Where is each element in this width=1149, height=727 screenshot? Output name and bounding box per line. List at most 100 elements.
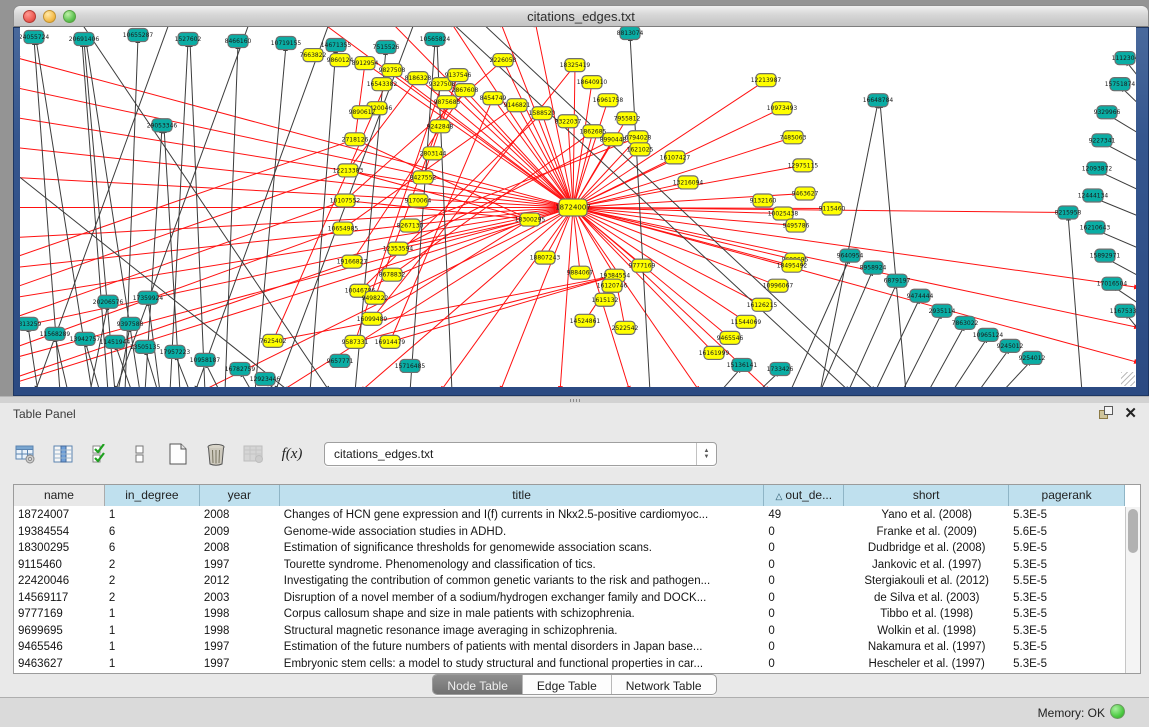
graph-node[interactable]: 10655287 bbox=[123, 29, 154, 42]
graph-node[interactable]: 16782759 bbox=[225, 362, 256, 375]
graph-node[interactable]: 18724007 bbox=[555, 199, 591, 216]
table-cell[interactable]: Genome-wide association studies in ADHD. bbox=[280, 524, 765, 541]
delete-table-button[interactable] bbox=[238, 438, 270, 470]
table-cell[interactable]: 1998 bbox=[200, 606, 280, 623]
graph-node[interactable]: 18807243 bbox=[530, 251, 561, 264]
graph-node[interactable]: 10719155 bbox=[271, 37, 302, 50]
graph-node[interactable]: 8215958 bbox=[1055, 206, 1082, 219]
table-cell[interactable]: 1997 bbox=[200, 639, 280, 656]
graph-node[interactable]: 12093872 bbox=[1082, 162, 1113, 175]
table-cell[interactable]: 6 bbox=[105, 524, 200, 541]
table-cell[interactable]: 18724007 bbox=[14, 507, 105, 524]
table-cell[interactable]: 0 bbox=[764, 623, 844, 640]
column-header-year[interactable]: year bbox=[200, 485, 280, 506]
table-cell[interactable]: 0 bbox=[764, 573, 844, 590]
memory-status-icon[interactable] bbox=[1110, 704, 1125, 719]
table-row[interactable]: 2242004622012Investigating the contribut… bbox=[14, 573, 1125, 590]
table-cell[interactable]: Nakamura et al. (1997) bbox=[844, 639, 1009, 656]
table-row[interactable]: 977716911998Corpus callosum shape and si… bbox=[14, 606, 1125, 623]
show-columns-button[interactable] bbox=[48, 438, 80, 470]
float-panel-icon[interactable] bbox=[1099, 406, 1114, 421]
table-cell[interactable]: Estimation of significance thresholds fo… bbox=[280, 540, 765, 557]
graph-node[interactable]: 15136141 bbox=[727, 358, 758, 371]
table-cell[interactable]: de Silva et al. (2003) bbox=[844, 590, 1009, 607]
delete-column-button[interactable] bbox=[200, 438, 232, 470]
graph-node[interactable]: 7663822 bbox=[300, 49, 327, 62]
table-cell[interactable]: 9463627 bbox=[14, 656, 105, 673]
table-row[interactable]: 969969511998Structural magnetic resonanc… bbox=[14, 623, 1125, 640]
table-row[interactable]: 946554611997Estimation of the future num… bbox=[14, 639, 1125, 656]
graph-node[interactable]: 2522542 bbox=[612, 321, 639, 334]
function-builder-button[interactable]: f(x) bbox=[276, 438, 308, 470]
graph-node[interactable]: 1615132 bbox=[592, 293, 619, 306]
graph-node[interactable]: 9875685 bbox=[434, 96, 461, 109]
column-header-short[interactable]: short bbox=[844, 485, 1009, 506]
table-cell[interactable]: Disruption of a novel member of a sodium… bbox=[280, 590, 765, 607]
graph-node[interactable]: 9227341 bbox=[1089, 134, 1116, 147]
table-cell[interactable]: Estimation of the future numbers of pati… bbox=[280, 639, 765, 656]
graph-node[interactable]: 9827508 bbox=[379, 64, 406, 77]
graph-node[interactable]: 8678832 bbox=[379, 268, 406, 281]
graph-node[interactable]: 11544069 bbox=[731, 315, 762, 328]
graph-node[interactable]: 9587331 bbox=[342, 335, 369, 348]
graph-node[interactable]: 9890612 bbox=[349, 106, 376, 119]
table-cell[interactable]: 0 bbox=[764, 590, 844, 607]
graph-node[interactable]: 9465546 bbox=[717, 331, 744, 344]
table-cell[interactable]: 0 bbox=[764, 656, 844, 673]
graph-node[interactable]: 8466160 bbox=[225, 35, 252, 48]
table-cell[interactable]: Hescheler et al. (1997) bbox=[844, 656, 1009, 673]
vertical-scrollbar[interactable] bbox=[1125, 507, 1140, 673]
graph-node[interactable]: 12213987 bbox=[751, 74, 782, 87]
graph-node[interactable]: 9884067 bbox=[567, 266, 594, 279]
table-cell[interactable]: 49 bbox=[764, 507, 844, 524]
graph-node[interactable]: 8186328 bbox=[405, 72, 432, 85]
table-row[interactable]: 1872400712008Changes of HCN gene express… bbox=[14, 507, 1125, 524]
table-cell[interactable]: 1997 bbox=[200, 557, 280, 574]
graph-node[interactable]: 7625402 bbox=[260, 334, 287, 347]
panel-divider[interactable] bbox=[0, 396, 1149, 403]
table-row[interactable]: 1830029562008Estimation of significance … bbox=[14, 540, 1125, 557]
table-cell[interactable]: 5.3E-5 bbox=[1009, 590, 1125, 607]
graph-node[interactable]: 7955812 bbox=[614, 112, 641, 125]
table-cell[interactable]: 5.3E-5 bbox=[1009, 557, 1125, 574]
table-cell[interactable]: 5.3E-5 bbox=[1009, 639, 1125, 656]
graph-node[interactable]: 15716485 bbox=[395, 359, 426, 372]
graph-node[interactable]: 17957223 bbox=[160, 345, 191, 358]
graph-node[interactable]: 1588520 bbox=[529, 107, 556, 120]
graph-node[interactable]: 12923446 bbox=[250, 372, 281, 385]
network-graph[interactable]: 2405572420691406106552871527602846616010… bbox=[20, 27, 1136, 387]
table-row[interactable]: 946362711997Embryonic stem cells: a mode… bbox=[14, 656, 1125, 673]
graph-node[interactable]: 2226058 bbox=[490, 54, 517, 67]
graph-node[interactable]: 13942757 bbox=[70, 332, 101, 345]
graph-node[interactable]: 9860124 bbox=[327, 54, 354, 67]
table-cell[interactable]: Changes of HCN gene expression and I(f) … bbox=[280, 507, 765, 524]
table-cell[interactable]: 18300295 bbox=[14, 540, 105, 557]
table-cell[interactable]: 2012 bbox=[200, 573, 280, 590]
graph-node[interactable]: 13505135 bbox=[130, 340, 161, 353]
table-cell[interactable]: 1997 bbox=[200, 656, 280, 673]
table-cell[interactable]: 0 bbox=[764, 606, 844, 623]
graph-node[interactable]: 11675334 bbox=[1110, 304, 1136, 317]
graph-node[interactable]: 16914479 bbox=[375, 335, 406, 348]
table-cell[interactable]: 1 bbox=[105, 507, 200, 524]
graph-node[interactable]: 9657771 bbox=[327, 354, 354, 367]
graph-node[interactable]: 9474444 bbox=[907, 289, 934, 302]
table-cell[interactable]: 1998 bbox=[200, 623, 280, 640]
table-cell[interactable]: Stergiakouli et al. (2012) bbox=[844, 573, 1009, 590]
table-cell[interactable]: Structural magnetic resonance image aver… bbox=[280, 623, 765, 640]
graph-node[interactable]: 10965124 bbox=[973, 328, 1004, 341]
graph-node[interactable]: 8454749 bbox=[480, 92, 507, 105]
graph-node[interactable]: 9777169 bbox=[629, 259, 656, 272]
column-header-pagerank[interactable]: pagerank bbox=[1009, 485, 1125, 506]
table-cell[interactable]: 2 bbox=[105, 573, 200, 590]
graph-node[interactable]: 2718126 bbox=[342, 133, 369, 146]
table-cell[interactable]: 0 bbox=[764, 540, 844, 557]
graph-node[interactable]: 9495786 bbox=[783, 219, 810, 232]
table-cell[interactable]: 9465546 bbox=[14, 639, 105, 656]
table-cell[interactable]: 2 bbox=[105, 557, 200, 574]
graph-node[interactable]: 9313259 bbox=[20, 317, 42, 330]
graph-node[interactable]: 8958924 bbox=[860, 261, 887, 274]
table-row[interactable]: 911546021997Tourette syndrome. Phenomeno… bbox=[14, 557, 1125, 574]
unselect-rows-button[interactable] bbox=[124, 438, 156, 470]
graph-node[interactable]: 16210643 bbox=[1080, 221, 1111, 234]
